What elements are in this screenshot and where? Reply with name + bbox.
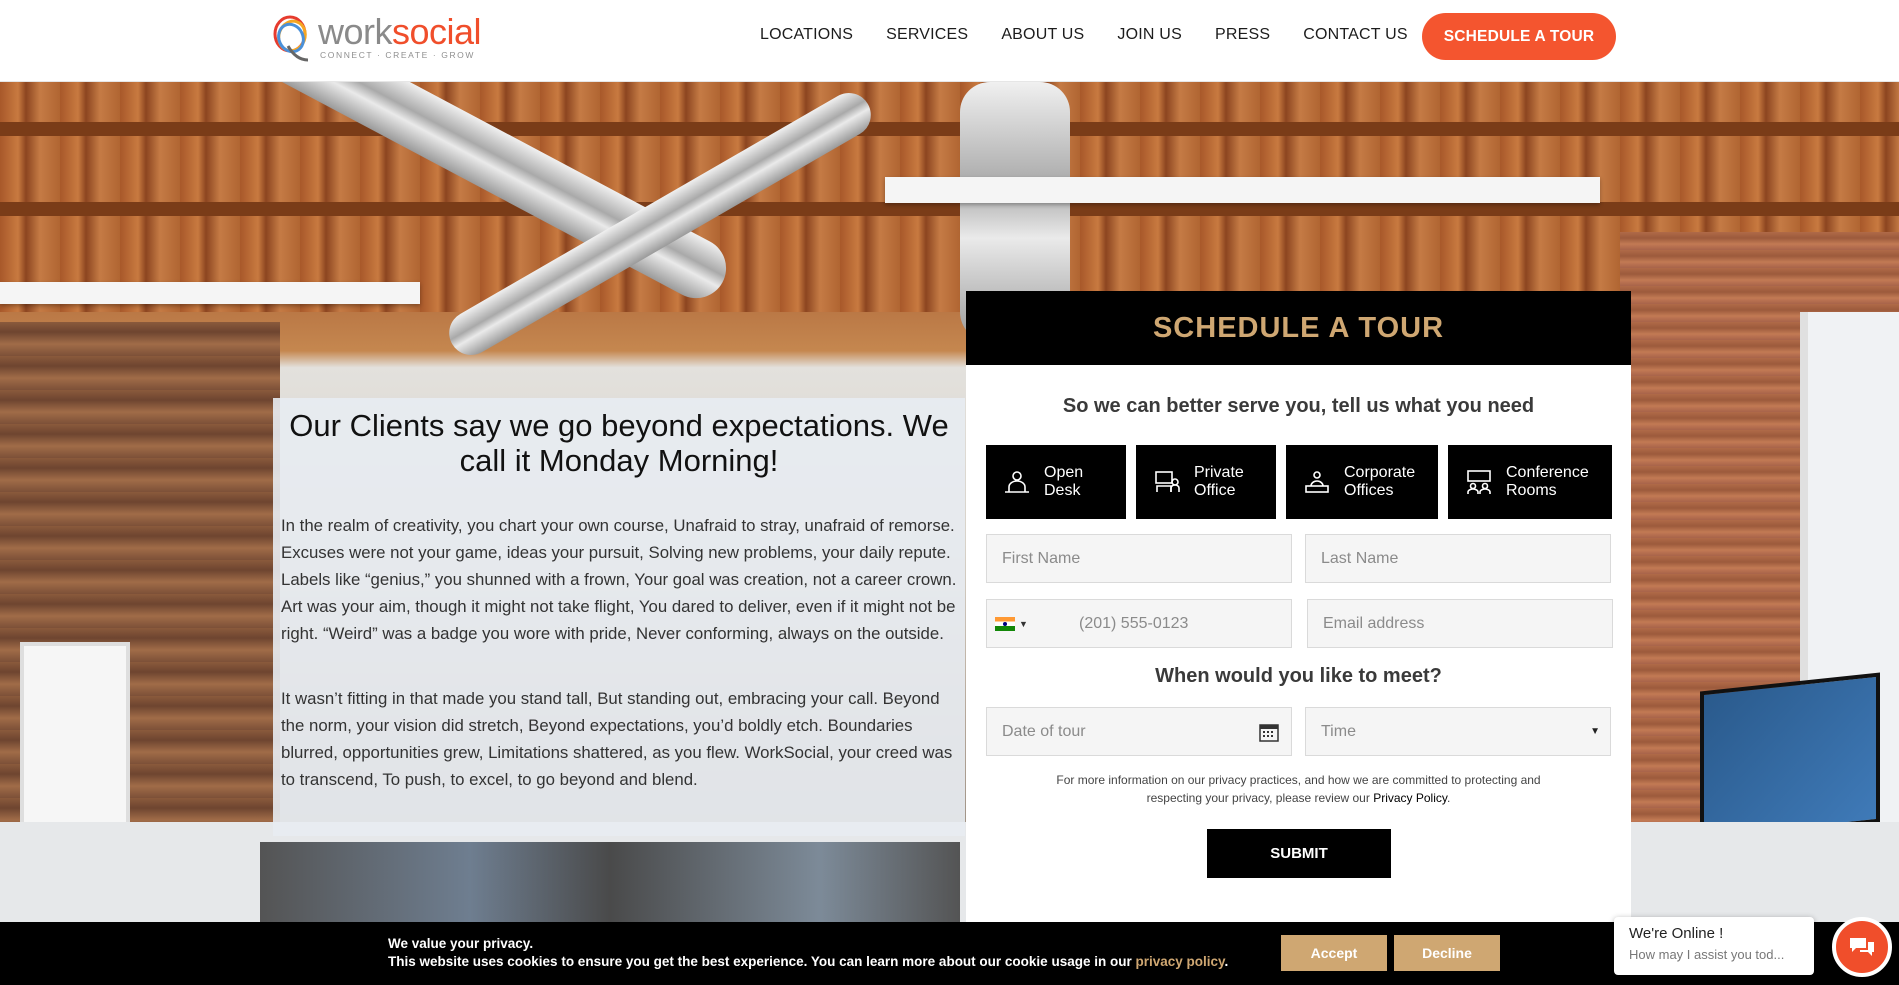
- chevron-down-icon: ▼: [1019, 618, 1028, 629]
- chat-launcher-button[interactable]: [1832, 917, 1892, 977]
- cookie-title: We value your privacy.: [388, 936, 534, 951]
- logo[interactable]: worksocial CONNECT · CREATE · GROW: [270, 12, 482, 64]
- type-label: Conference Rooms: [1506, 464, 1589, 499]
- chevron-down-icon: ▼: [1590, 726, 1600, 737]
- nav-contact-us[interactable]: CONTACT US: [1303, 26, 1408, 44]
- workspace-people: [260, 842, 960, 922]
- office-icon: [1152, 467, 1182, 497]
- site-header: worksocial CONNECT · CREATE · GROW LOCAT…: [0, 0, 1899, 82]
- nav-join-us[interactable]: JOIN US: [1117, 26, 1182, 44]
- ceiling-light: [0, 282, 420, 304]
- submit-button[interactable]: SUBMIT: [1207, 829, 1391, 878]
- logo-icon: [273, 15, 309, 62]
- nav-services[interactable]: SERVICES: [886, 26, 968, 44]
- testimonial-title: Our Clients say we go beyond expectation…: [289, 408, 949, 478]
- privacy-note: For more information on our privacy prac…: [1056, 771, 1541, 807]
- nav-locations[interactable]: LOCATIONS: [760, 26, 853, 44]
- type-corporate-offices[interactable]: Corporate Offices: [1286, 445, 1438, 519]
- time-placeholder: Time: [1321, 722, 1356, 740]
- chat-bubble[interactable]: We're Online ! How may I assist you tod.…: [1614, 917, 1814, 975]
- schedule-tour-form: SCHEDULE A TOUR So we can better serve y…: [966, 291, 1631, 931]
- schedule-tour-button[interactable]: SCHEDULE A TOUR: [1422, 13, 1616, 60]
- form-title: SCHEDULE A TOUR: [1152, 311, 1445, 344]
- chat-title: We're Online !: [1629, 925, 1724, 942]
- first-name-field[interactable]: First Name: [986, 534, 1292, 583]
- meet-heading: When would you like to meet?: [1155, 665, 1442, 687]
- main-nav: LOCATIONS SERVICES ABOUT US JOIN US PRES…: [760, 26, 1408, 44]
- cookie-text: This website uses cookies to ensure you …: [388, 954, 1132, 969]
- type-label: Corporate Offices: [1344, 464, 1416, 499]
- nav-press[interactable]: PRESS: [1215, 26, 1270, 44]
- decline-button[interactable]: Decline: [1394, 935, 1500, 971]
- testimonial-panel: Our Clients say we go beyond expectation…: [273, 398, 965, 836]
- privacy-policy-link[interactable]: Privacy Policy: [1373, 791, 1447, 805]
- cookie-message: This website uses cookies to ensure you …: [388, 954, 1228, 969]
- chat-subtitle: How may I assist you tod...: [1629, 947, 1785, 962]
- type-private-office[interactable]: Private Office: [1136, 445, 1276, 519]
- chat-icon: [1850, 938, 1874, 956]
- conference-icon: [1464, 467, 1494, 497]
- cookie-privacy-link[interactable]: privacy policy: [1135, 954, 1224, 969]
- testimonial-paragraph-1: In the realm of creativity, you chart yo…: [281, 516, 957, 643]
- india-flag-icon: [995, 616, 1015, 631]
- privacy-text: For more information on our privacy prac…: [1056, 773, 1541, 805]
- form-header: SCHEDULE A TOUR: [966, 291, 1631, 365]
- country-selector[interactable]: ▼: [995, 616, 1051, 631]
- calendar-icon[interactable]: [1259, 722, 1279, 742]
- logo-tagline: CONNECT · CREATE · GROW: [320, 50, 476, 60]
- ceiling-beam: [0, 202, 1899, 216]
- type-label: Open Desk: [1044, 464, 1084, 499]
- type-label: Private Office: [1194, 464, 1244, 499]
- nav-about-us[interactable]: ABOUT US: [1001, 26, 1084, 44]
- desk-icon: [1002, 467, 1032, 497]
- ceiling-light: [885, 177, 1600, 203]
- last-name-field[interactable]: Last Name: [1305, 534, 1611, 583]
- phone-field[interactable]: ▼ (201) 555-0123: [986, 599, 1292, 648]
- date-field[interactable]: Date of tour: [986, 707, 1292, 756]
- testimonial-paragraph-2: It wasn’t fitting in that made you stand…: [281, 689, 953, 789]
- cookie-period: .: [1224, 954, 1229, 969]
- email-field[interactable]: Email address: [1307, 599, 1613, 648]
- logo-wordmark: worksocial: [318, 11, 482, 52]
- tv-screen: [1700, 672, 1880, 842]
- building-icon: [1302, 467, 1332, 497]
- accept-button[interactable]: Accept: [1281, 935, 1387, 971]
- ceiling-beam: [0, 122, 1899, 136]
- date-placeholder: Date of tour: [1002, 722, 1086, 740]
- form-subheading: So we can better serve you, tell us what…: [1062, 395, 1535, 417]
- type-conference-rooms[interactable]: Conference Rooms: [1448, 445, 1612, 519]
- space-type-options: Open Desk Private Office Corporate Offic…: [986, 445, 1612, 519]
- phone-placeholder: (201) 555-0123: [1079, 614, 1189, 632]
- type-open-desk[interactable]: Open Desk: [986, 445, 1126, 519]
- time-select[interactable]: Time ▼: [1305, 707, 1611, 756]
- privacy-period: .: [1447, 791, 1451, 805]
